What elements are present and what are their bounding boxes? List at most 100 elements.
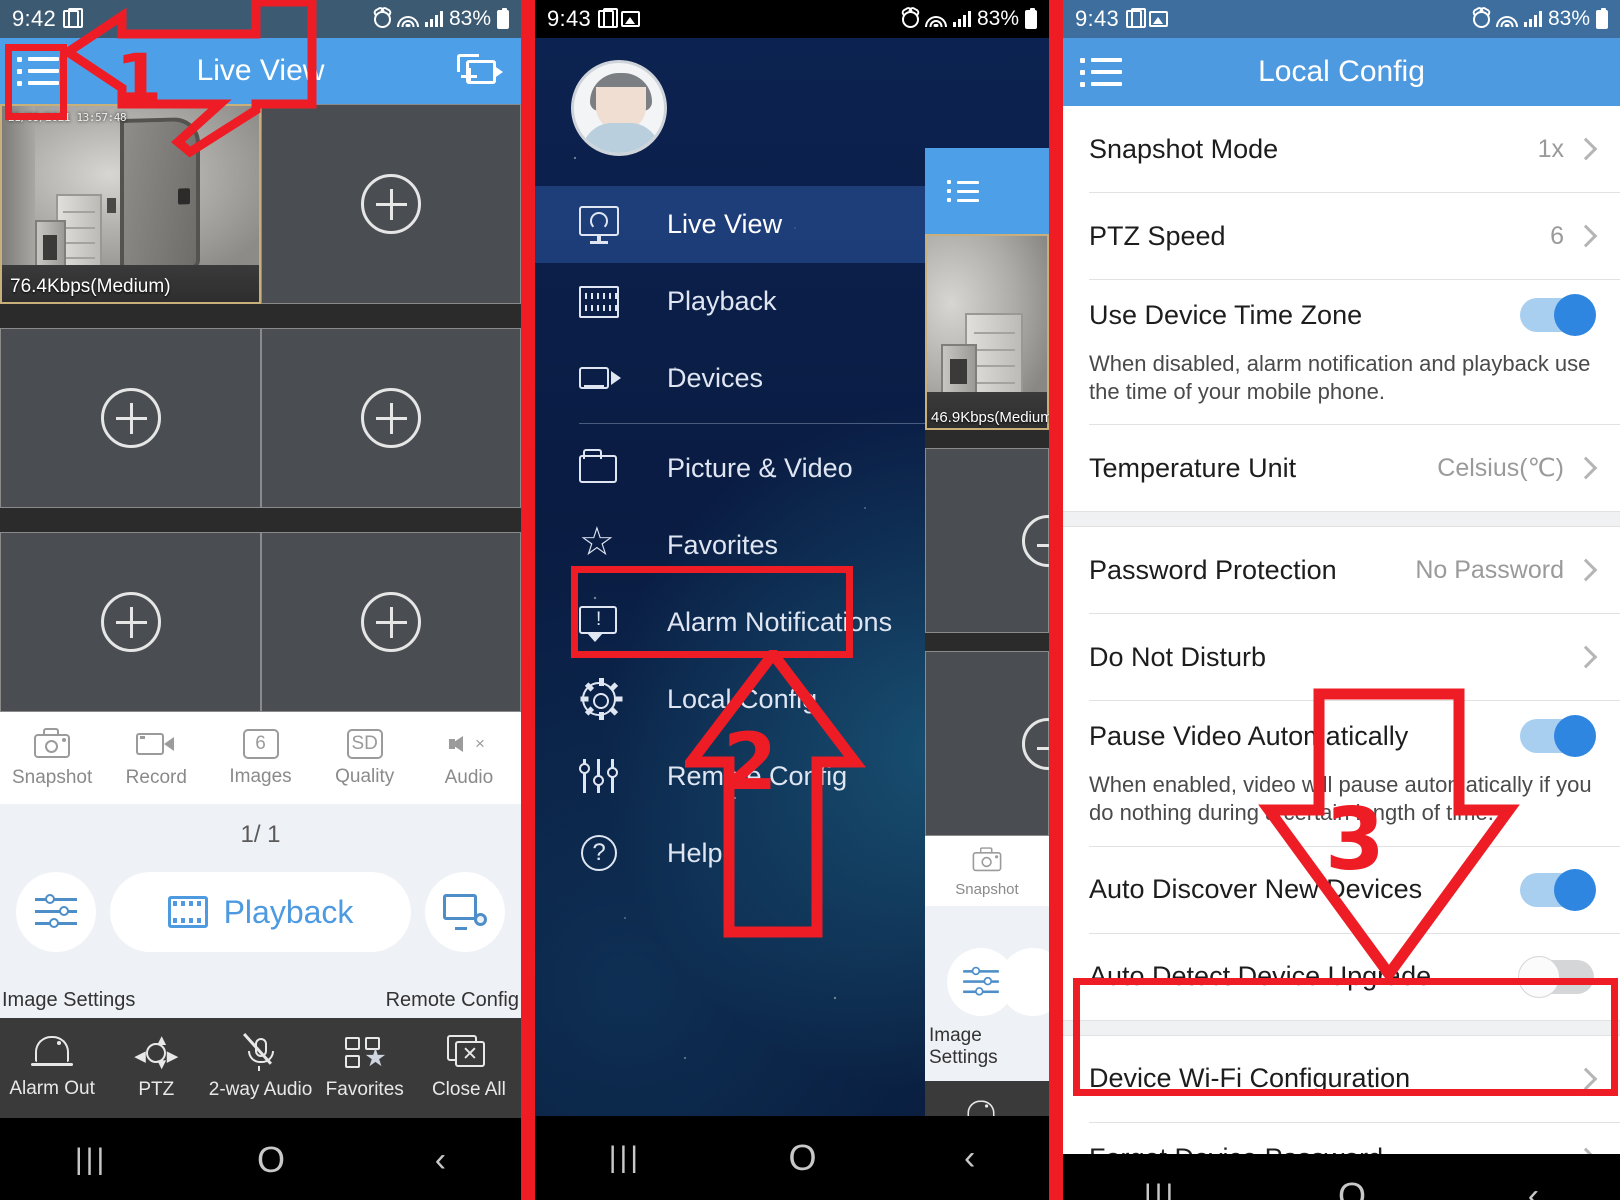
setting-value: 1x	[1537, 134, 1564, 163]
recents-button[interactable]: |||	[609, 1143, 641, 1173]
ptz-button[interactable]: ▲▼ ◀▶ PTZ	[1046, 1096, 1049, 1116]
playback-button[interactable]	[999, 948, 1049, 1016]
add-channel-icon	[1022, 717, 1049, 770]
alarm-out-button[interactable]: Alarm Out	[0, 1036, 104, 1100]
close-all-button[interactable]: ✕ Close All	[417, 1035, 521, 1101]
home-button[interactable]: O	[789, 1140, 817, 1176]
video-cell-empty[interactable]	[0, 328, 261, 508]
film-strip-icon	[167, 896, 208, 928]
quality-button[interactable]: SD Quality	[313, 728, 417, 788]
peek-empty-cell[interactable]	[925, 651, 1049, 836]
peek-camera-cell[interactable]: 46.9Kbps(Medium)	[925, 234, 1049, 430]
page-title: Local Config	[1258, 55, 1425, 88]
hamburger-list-icon[interactable]	[17, 56, 59, 86]
alarm-out-button[interactable]: Alarm Out	[943, 1097, 1020, 1116]
two-way-audio-label: 2-way Audio	[208, 1079, 313, 1100]
battery-icon	[497, 7, 509, 29]
setting-use-device-time-zone[interactable]: Use Device Time Zone	[1063, 280, 1620, 350]
live-control-bar: Snapshot Record 6 Images SD Quality × Au…	[0, 712, 521, 804]
favorites-button[interactable]: ★ Favorites	[313, 1035, 417, 1101]
recents-button[interactable]: |||	[75, 1145, 107, 1175]
peek-snapshot-button[interactable]: Snapshot	[925, 836, 1049, 906]
playback-label: Playback	[223, 893, 354, 930]
ptz-button[interactable]: ▲▼ ◀▶ PTZ	[104, 1033, 208, 1101]
panel-local-config: 9:43 83% Local Config Snapshot Mode 1x P…	[1063, 0, 1620, 1200]
setting-label: Do Not Disturb	[1089, 641, 1267, 672]
snapshot-label: Snapshot	[11, 766, 93, 788]
video-cell-camera[interactable]: 21/09/2021 13:57:48 76.4Kbps(Medium)	[0, 104, 261, 304]
add-channel-icon	[100, 388, 161, 448]
setting-snapshot-mode[interactable]: Snapshot Mode 1x	[1063, 106, 1620, 192]
annotation-number-2: 2	[723, 718, 778, 808]
hamburger-list-icon[interactable]	[1080, 57, 1122, 87]
record-button[interactable]: Record	[104, 728, 208, 789]
setting-password-protection[interactable]: Password Protection No Password	[1063, 527, 1620, 613]
chevron-right-icon	[1574, 224, 1598, 248]
setting-label: Device Wi-Fi Configuration	[1089, 1063, 1411, 1094]
add-camera-icon[interactable]	[457, 54, 503, 88]
camera-stream-image	[927, 236, 1047, 428]
peek-action-row: Image Settings	[925, 906, 1049, 1081]
setting-do-not-disturb[interactable]: Do Not Disturb	[1063, 614, 1620, 700]
status-bar-3: 9:43 83%	[1063, 0, 1620, 38]
two-way-audio-button[interactable]: 2-way Audio	[208, 1033, 313, 1101]
setting-label: Auto Detect Device Upgrade	[1089, 961, 1432, 992]
video-cell-empty[interactable]	[261, 104, 521, 304]
peek-empty-cell[interactable]	[925, 448, 1049, 633]
setting-ptz-speed[interactable]: PTZ Speed 6	[1063, 193, 1620, 279]
record-label: Record	[125, 766, 187, 788]
home-button[interactable]: O	[257, 1142, 285, 1178]
android-nav-bar-3: ||| O ‹	[1063, 1154, 1620, 1200]
setting-forget-device-password[interactable]: Forget Device Password	[1063, 1123, 1620, 1154]
image-settings-button[interactable]	[16, 872, 96, 952]
playback-button[interactable]: Playback	[110, 872, 411, 952]
battery-icon	[1596, 7, 1608, 29]
gear-icon	[579, 677, 623, 720]
setting-value: No Password	[1415, 555, 1564, 584]
recents-button[interactable]: |||	[1144, 1181, 1176, 1200]
action-row: Playback Image Settings Remote Config	[0, 866, 521, 1018]
image-settings-label: Image Settings	[2, 989, 136, 1011]
setting-value: Celsius(℃)	[1437, 454, 1564, 483]
hamburger-list-icon[interactable]	[947, 180, 979, 202]
home-button[interactable]: O	[1338, 1178, 1366, 1200]
navigation-drawer: Live View Playback Devices Picture & Vid…	[535, 38, 1049, 1116]
speaker-mute-icon: ×	[448, 728, 489, 760]
video-cell-empty[interactable]	[261, 328, 521, 508]
video-cell-empty[interactable]	[261, 532, 521, 712]
setting-pause-video-automatically[interactable]: Pause Video Automatically	[1063, 701, 1620, 771]
toggle-pause-video-automatically[interactable]	[1520, 715, 1596, 758]
snapshot-button[interactable]: Snapshot	[0, 727, 104, 789]
dual-window-icon	[1126, 8, 1147, 28]
add-channel-icon	[361, 174, 421, 234]
setting-label: Pause Video Automatically	[1089, 720, 1409, 751]
panel-drawer-menu: 9:43 83% Live View Playback Devices Pict…	[535, 0, 1049, 1200]
back-button[interactable]: ‹	[435, 1143, 446, 1177]
setting-device-wifi-configuration[interactable]: Device Wi-Fi Configuration	[1063, 1036, 1620, 1122]
screenshot-icon	[621, 11, 641, 27]
toggle-auto-discover-new-devices[interactable]	[1520, 868, 1596, 911]
annotation-number-3: 3	[1325, 790, 1385, 890]
video-cell-empty[interactable]	[0, 532, 261, 712]
signal-bars-icon	[1523, 11, 1542, 27]
setting-auto-detect-device-upgrade[interactable]: Auto Detect Device Upgrade	[1063, 934, 1620, 1020]
status-bar-1: 9:42 83%	[0, 0, 521, 38]
setting-temperature-unit[interactable]: Temperature Unit Celsius(℃)	[1063, 425, 1620, 511]
toggle-use-device-time-zone[interactable]	[1520, 294, 1596, 336]
audio-button[interactable]: × Audio	[417, 728, 521, 789]
setting-label: PTZ Speed	[1089, 220, 1226, 251]
action-labels: Image Settings Remote Config	[0, 989, 521, 1012]
battery-icon	[1025, 7, 1037, 29]
video-row-3	[0, 532, 521, 712]
menu-label: Devices	[667, 363, 764, 393]
images-button[interactable]: 6 Images	[208, 728, 312, 788]
back-button[interactable]: ‹	[964, 1141, 975, 1175]
chevron-right-icon	[1574, 645, 1598, 669]
grid-gap	[0, 508, 521, 532]
remote-config-button[interactable]	[425, 872, 505, 952]
quality-label: Quality	[335, 765, 395, 787]
avatar[interactable]	[571, 60, 667, 156]
toggle-auto-detect-device-upgrade[interactable]	[1518, 955, 1594, 998]
back-button[interactable]: ‹	[1528, 1179, 1539, 1200]
alarm-bell-icon	[964, 1100, 998, 1116]
